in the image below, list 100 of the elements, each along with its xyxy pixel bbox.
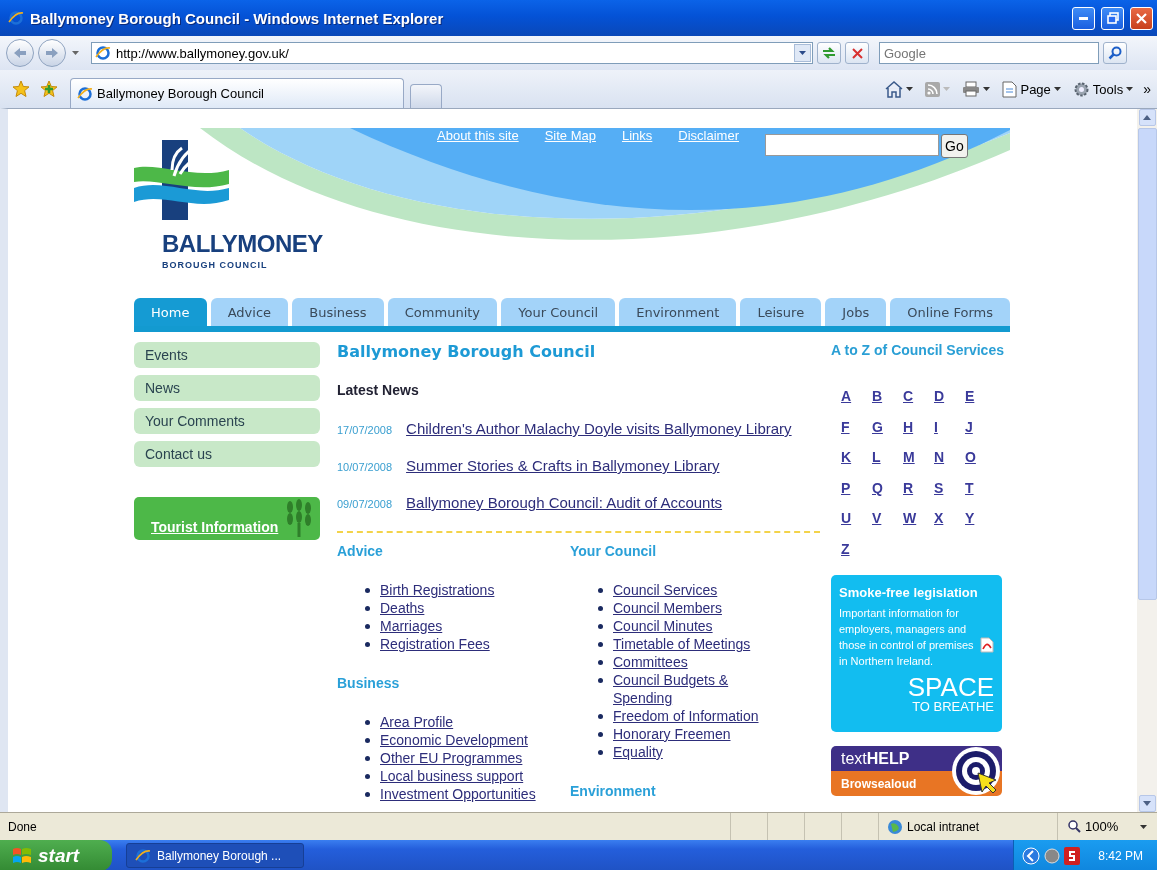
section-link[interactable]: Honorary Freemen [613, 725, 731, 743]
a-to-z-letter-link[interactable]: G [872, 418, 883, 449]
a-to-z-letter-link[interactable]: Q [872, 479, 883, 510]
news-link[interactable]: Children's Author Malachy Doyle visits Ballymoney Library [406, 420, 792, 437]
section-link[interactable]: Timetable of Meetings [613, 635, 751, 653]
a-to-z-letter-link[interactable]: B [872, 388, 883, 419]
section-link[interactable]: Other EU Programmes [380, 749, 523, 767]
restore-button[interactable] [1101, 6, 1124, 30]
a-to-z-letter-link[interactable]: R [903, 479, 914, 510]
minimize-button[interactable] [1072, 6, 1095, 30]
a-to-z-letter-link[interactable]: S [934, 479, 944, 510]
section-link[interactable]: Marriages [380, 617, 443, 635]
a-to-z-letter-link[interactable]: Y [965, 510, 975, 541]
nav-tab[interactable]: Environment [619, 298, 737, 326]
section-link[interactable]: Council Services [613, 581, 718, 599]
search-field[interactable]: Google [879, 42, 1099, 64]
section-link[interactable]: Area Profile [380, 713, 454, 731]
campaign-tagline: TO BREATHE [912, 699, 994, 714]
home-button[interactable] [883, 78, 916, 100]
a-to-z-letter-link[interactable]: W [903, 510, 917, 541]
section-link[interactable]: Deaths [380, 599, 425, 617]
news-link[interactable]: Summer Stories & Crafts in Ballymoney Library [406, 457, 720, 474]
browser-tab[interactable]: Ballymoney Borough Council [70, 78, 404, 108]
print-button[interactable] [960, 79, 993, 99]
side-menu-item[interactable]: Events [134, 342, 320, 368]
section-link[interactable]: Council Minutes [613, 617, 713, 635]
go-button[interactable]: Go [941, 134, 968, 158]
section-link[interactable]: Freedom of Information [613, 707, 759, 725]
right-arrow-icon [45, 47, 59, 59]
a-to-z-letter-link[interactable]: J [965, 418, 973, 449]
section-link[interactable]: Local business support [380, 767, 524, 785]
close-button[interactable] [1130, 6, 1153, 30]
caret-icon [906, 87, 914, 91]
nav-tab[interactable]: Jobs [825, 298, 887, 326]
scroll-down-button[interactable] [1138, 795, 1156, 812]
scroll-up-button[interactable] [1138, 109, 1156, 126]
side-menu-item[interactable]: Your Comments [134, 408, 320, 434]
section-link[interactable]: Equality [613, 743, 663, 761]
bullet-icon [365, 720, 370, 725]
section-link[interactable]: Council Members [613, 599, 722, 617]
site-search-field[interactable] [765, 134, 939, 156]
back-button[interactable] [6, 39, 34, 67]
star-icon[interactable] [12, 80, 30, 98]
a-to-z-letter-link[interactable]: T [965, 479, 974, 510]
add-favorite-icon[interactable] [40, 80, 58, 98]
refresh-button[interactable] [817, 42, 841, 64]
smoke-free-text: Important information for employers, managers and those in control of premises in Northern Ireland. [839, 606, 975, 669]
side-menu-item[interactable]: News [134, 375, 320, 401]
a-to-z-letter-link[interactable]: Z [841, 540, 850, 571]
nav-tab[interactable]: Business [292, 298, 384, 326]
section-link[interactable]: Registration Fees [380, 635, 490, 653]
page-icon [1002, 80, 1018, 98]
a-to-z-letter-link[interactable]: P [841, 479, 851, 510]
nav-tab[interactable]: Your Council [501, 298, 616, 326]
nav-tab[interactable]: Advice [210, 298, 289, 326]
a-to-z-letter-link[interactable]: A [841, 388, 852, 419]
bullet-icon [365, 624, 370, 629]
section-link[interactable]: Economic Development [380, 731, 528, 749]
scroll-thumb[interactable] [1137, 128, 1157, 600]
nav-tab[interactable]: Community [387, 298, 498, 326]
page-menu-button[interactable]: Page [1000, 78, 1063, 100]
a-to-z-letter-link[interactable]: V [872, 510, 882, 541]
a-to-z-letter-link[interactable]: N [934, 449, 945, 480]
a-to-z-letter-link[interactable]: I [934, 418, 938, 449]
a-to-z-letter-link[interactable]: K [841, 449, 852, 480]
overflow-chevron[interactable]: » [1143, 80, 1151, 97]
a-to-z-letter-link[interactable]: L [872, 449, 881, 480]
search-button[interactable] [1103, 42, 1127, 64]
section-link[interactable]: Birth Registrations [380, 581, 495, 599]
a-to-z-letter-link[interactable]: F [841, 418, 850, 449]
start-button[interactable]: start [0, 840, 112, 870]
forward-button[interactable] [38, 39, 66, 67]
section-link[interactable]: Committees [613, 653, 688, 671]
taskbar-button[interactable]: Ballymoney Borough ... [126, 843, 304, 868]
tools-menu-button[interactable]: Tools [1070, 78, 1136, 100]
section-link[interactable]: Council Budgets & Spending [613, 671, 773, 707]
vertical-scrollbar[interactable] [1137, 109, 1157, 812]
stop-button[interactable] [845, 42, 869, 64]
section-link[interactable]: Investment Opportunities [380, 785, 536, 803]
history-dropdown-button[interactable] [70, 49, 81, 57]
news-link[interactable]: Ballymoney Borough Council: Audit of Accounts [406, 494, 723, 511]
section-heading: Advice [337, 543, 384, 559]
a-to-z-letter-link[interactable]: O [965, 449, 976, 480]
side-menu-item[interactable]: Contact us [134, 441, 320, 467]
a-to-z-letter-link[interactable]: U [841, 510, 852, 541]
caret-icon [72, 51, 79, 55]
a-to-z-letter-link[interactable]: C [903, 388, 914, 419]
a-to-z-letter-link[interactable]: D [934, 388, 945, 419]
nav-tab[interactable]: Online Forms [890, 298, 1011, 326]
address-field[interactable]: http://www.ballymoney.gov.uk/ [91, 42, 813, 64]
a-to-z-letter-link[interactable]: H [903, 418, 914, 449]
a-to-z-letter-link[interactable]: X [934, 510, 944, 541]
a-to-z-letter-link[interactable]: E [965, 388, 975, 419]
bullet-icon [598, 660, 603, 665]
browser-icon [95, 45, 111, 61]
a-to-z-letter-link[interactable]: M [903, 449, 915, 480]
nav-tab[interactable]: Leisure [740, 298, 822, 326]
chevron-icon[interactable] [1022, 846, 1041, 865]
address-dropdown-button[interactable] [794, 44, 811, 62]
bullet-icon [365, 606, 370, 611]
